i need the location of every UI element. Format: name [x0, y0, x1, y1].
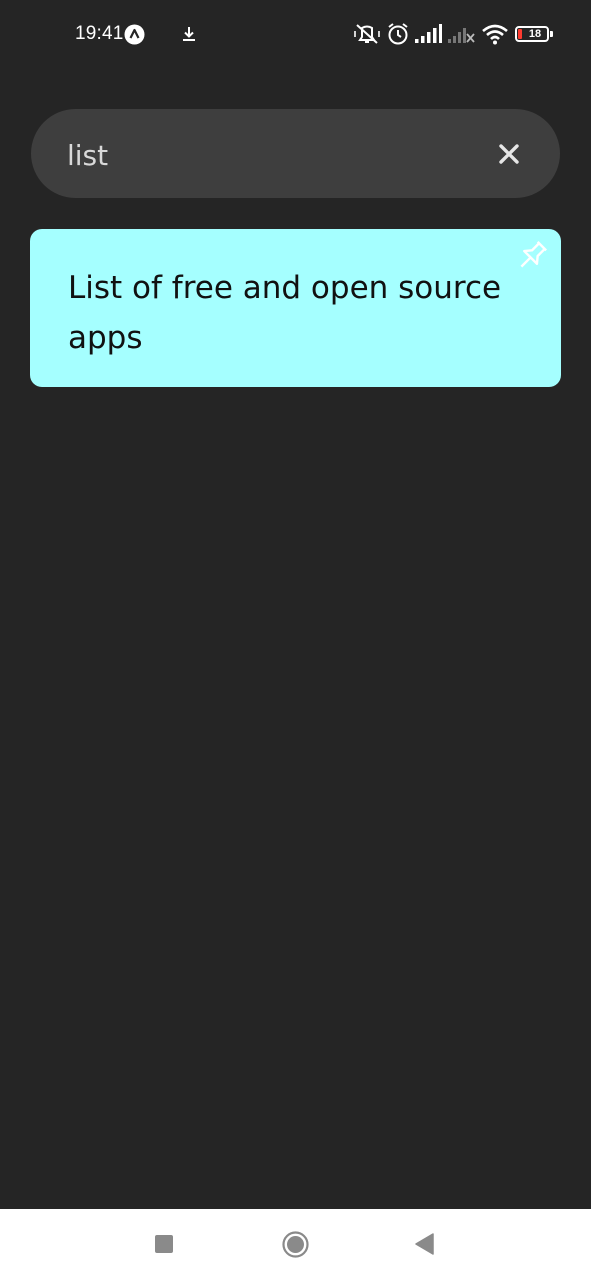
no-signal-icon	[448, 28, 475, 43]
search-bar	[31, 109, 560, 198]
search-input[interactable]	[67, 135, 487, 175]
back-button[interactable]	[414, 1233, 436, 1255]
status-time: 19:41	[75, 23, 124, 44]
recents-button[interactable]	[154, 1234, 174, 1254]
status-bar: 19:41 18	[0, 0, 591, 68]
note-title: List of free and open source apps	[68, 270, 502, 356]
vibrate-mute-icon	[354, 24, 380, 44]
download-icon	[183, 27, 195, 41]
navigation-bar	[0, 1209, 591, 1280]
clear-search-button[interactable]	[489, 134, 529, 174]
alarm-icon	[388, 23, 408, 45]
close-icon	[499, 144, 519, 164]
battery-icon: 18	[515, 26, 553, 42]
assistant-icon	[124, 24, 145, 45]
home-button[interactable]	[282, 1231, 309, 1258]
app-screen: 19:41 18 list List of free and open sour…	[0, 0, 591, 1280]
battery-level: 18	[528, 28, 542, 40]
pin-icon[interactable]	[514, 238, 550, 274]
wifi-icon	[482, 24, 508, 45]
note-card[interactable]: List of free and open source apps	[30, 229, 561, 387]
signal-icon	[415, 24, 442, 43]
